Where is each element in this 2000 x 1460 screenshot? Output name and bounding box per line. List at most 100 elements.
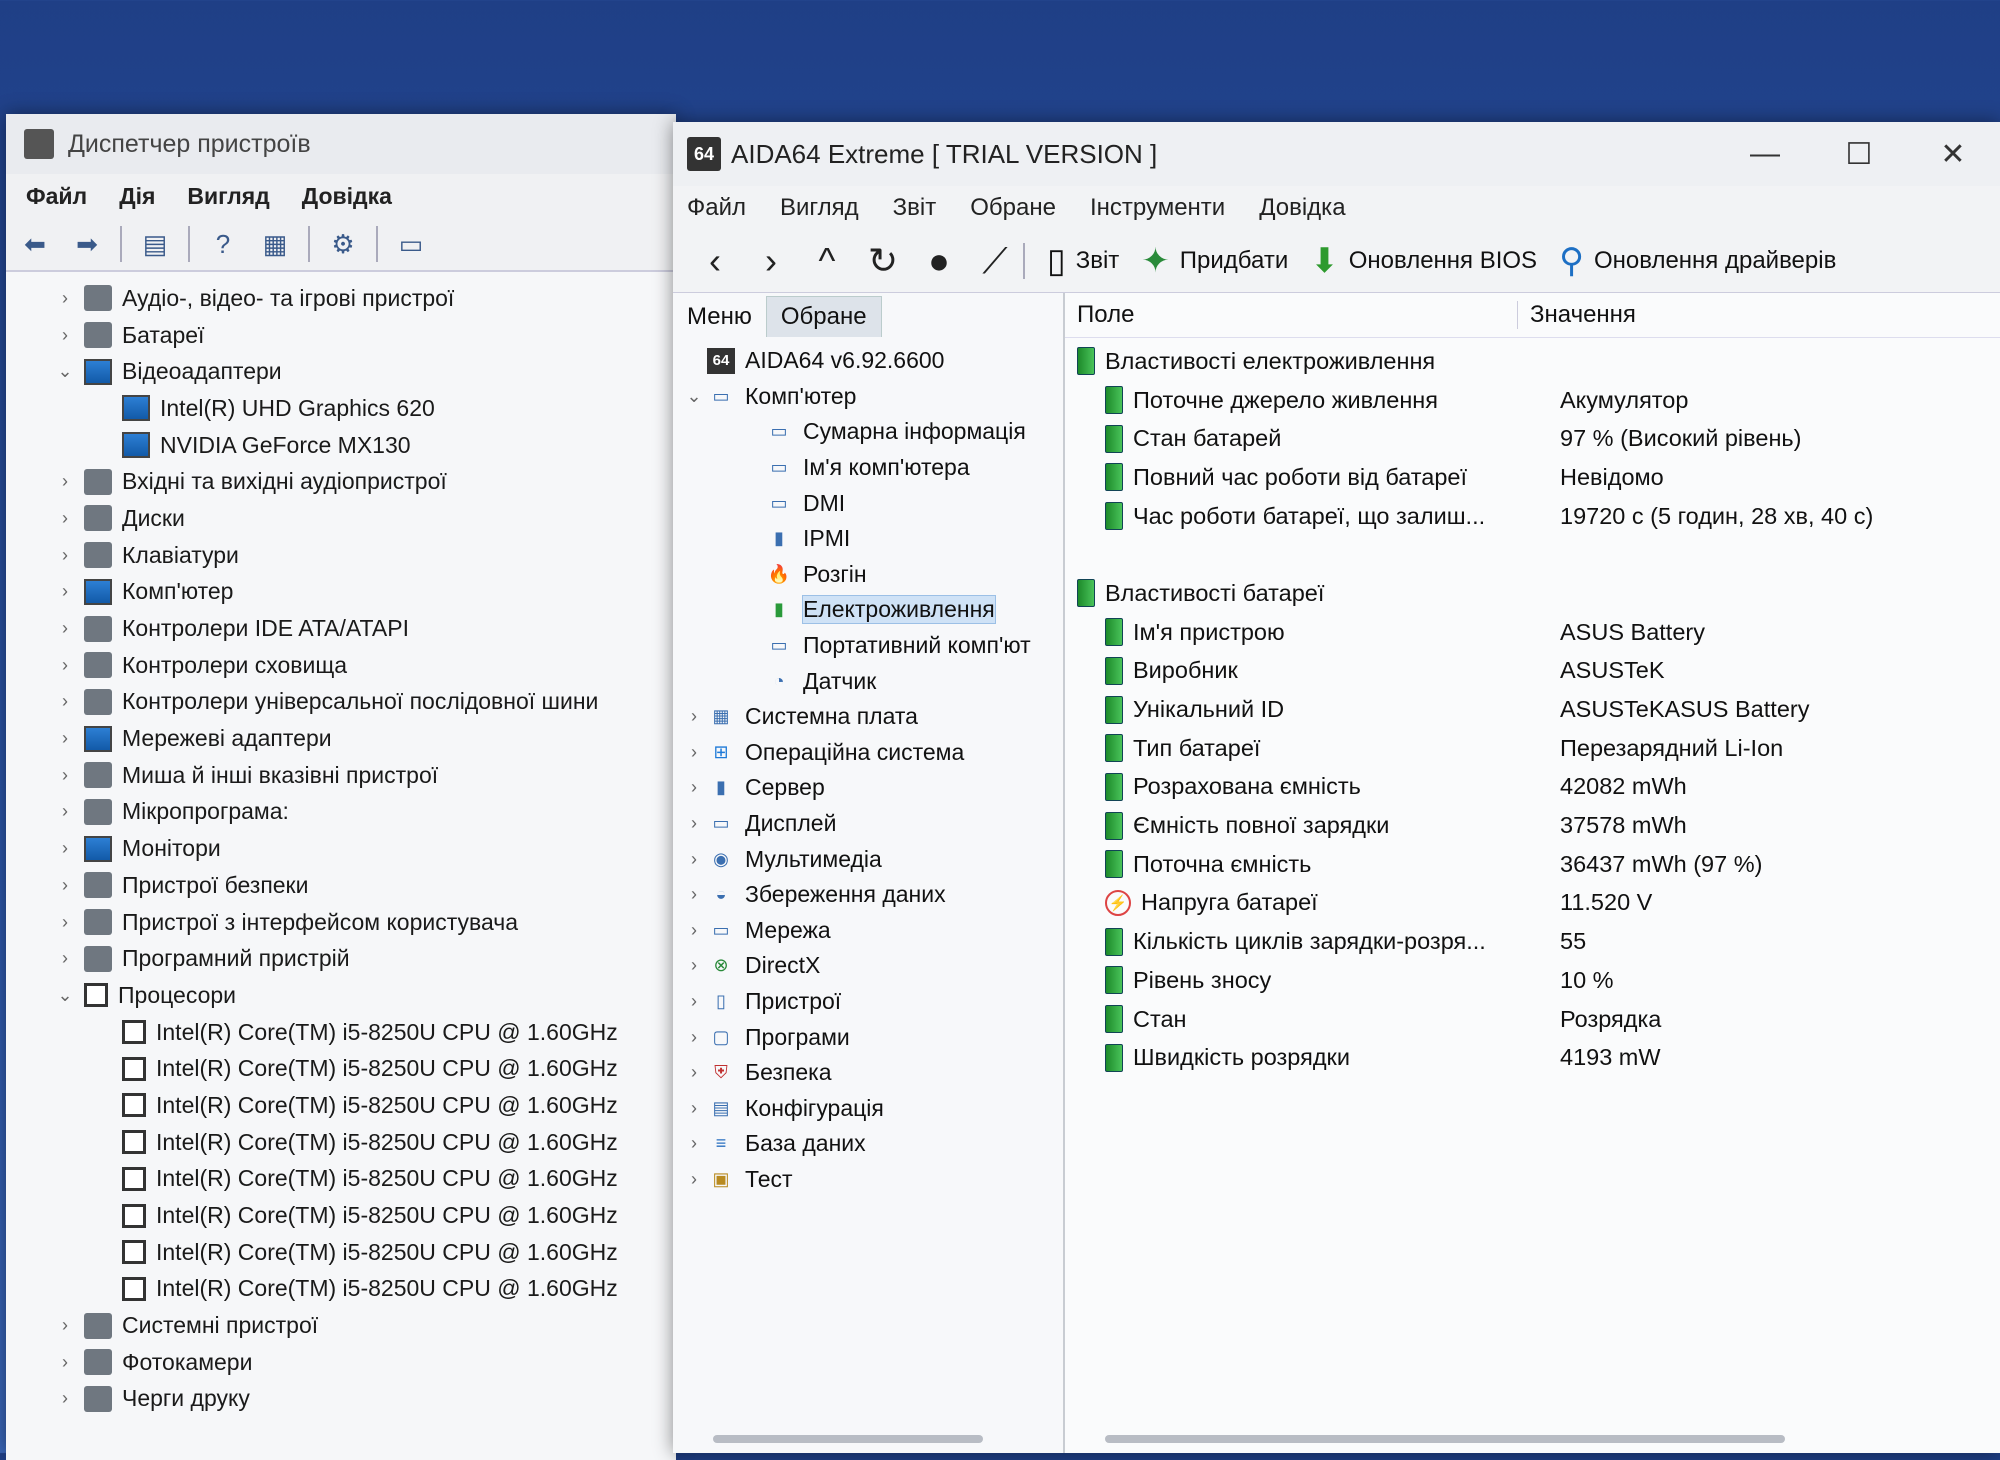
tree-item[interactable]: › Диски — [6, 500, 676, 537]
aida-titlebar[interactable]: 64 AIDA64 Extreme [ TRIAL VERSION ] — ☐ … — [673, 122, 2000, 186]
aida-menu-favorites[interactable]: Обране — [970, 194, 1056, 222]
column-header-value[interactable]: Значення — [1518, 301, 1636, 329]
nav-tree-item[interactable]: ▭ Портативний комп'ют — [673, 628, 1063, 664]
tab-menu[interactable]: Меню — [673, 297, 766, 337]
tree-item[interactable]: › Монітори — [6, 830, 676, 867]
tree-item[interactable]: › Черги друку — [6, 1381, 676, 1418]
tab-favorites[interactable]: Обране — [765, 296, 882, 337]
expander-icon[interactable]: › — [52, 545, 78, 566]
tree-item[interactable]: ⌄ Процесори — [6, 977, 676, 1014]
nav-tree-item[interactable]: › ⊗ DirectX — [673, 948, 1063, 984]
expander-icon[interactable]: › — [52, 765, 78, 786]
expander-icon[interactable]: › — [52, 508, 78, 529]
expander-icon[interactable]: › — [681, 813, 707, 834]
maximize-icon[interactable]: ☐ — [1812, 137, 1906, 172]
tree-item[interactable]: Intel(R) UHD Graphics 620 — [6, 390, 676, 427]
tree-item[interactable]: Intel(R) Core(TM) i5-8250U CPU @ 1.60GHz — [6, 1161, 676, 1198]
nav-tree-item[interactable]: › ▭ Дисплей — [673, 806, 1063, 842]
nav-tree-item[interactable]: › ⛨ Безпека — [673, 1055, 1063, 1091]
property-row[interactable]: Ємність повної зарядки 37578 mWh — [1065, 806, 2000, 845]
forward-icon[interactable]: › — [743, 240, 799, 282]
dm-menu-file[interactable]: Файл — [26, 183, 87, 210]
expander-icon[interactable]: › — [52, 838, 78, 859]
expander-icon[interactable]: › — [52, 1315, 78, 1336]
expander-icon[interactable]: › — [52, 875, 78, 896]
expander-icon[interactable]: › — [681, 777, 707, 798]
tree-item[interactable]: › Вхідні та вихідні аудіопристрої — [6, 463, 676, 500]
aida-menu-tools[interactable]: Інструменти — [1090, 194, 1225, 222]
user-icon[interactable]: ● — [911, 240, 967, 282]
tree-item[interactable]: › Миша й інші вказівні пристрої — [6, 757, 676, 794]
tree-item[interactable]: › Мережеві адаптери — [6, 720, 676, 757]
nav-tree-item[interactable]: 🔥 Розгін — [673, 557, 1063, 593]
nav-tree-item[interactable]: ◔ Датчик — [673, 663, 1063, 699]
expander-icon[interactable]: › — [681, 884, 707, 905]
column-header-field[interactable]: Поле — [1065, 301, 1518, 329]
expander-icon[interactable]: › — [681, 1098, 707, 1119]
tree-item[interactable]: Intel(R) Core(TM) i5-8250U CPU @ 1.60GHz — [6, 1087, 676, 1124]
expander-icon[interactable]: ⌄ — [52, 361, 78, 382]
expander-icon[interactable]: › — [52, 1352, 78, 1373]
nav-tree-item[interactable]: ▭ Сумарна інформація — [673, 414, 1063, 450]
nav-tree-item[interactable]: › ⊞ Операційна система — [673, 735, 1063, 771]
back-arrow-icon[interactable]: ⬅ — [16, 225, 54, 263]
property-row[interactable]: Розрахована ємність 42082 mWh — [1065, 768, 2000, 807]
expander-icon[interactable]: › — [681, 706, 707, 727]
property-row[interactable]: Поточне джерело живлення Акумулятор — [1065, 381, 2000, 420]
nav-tree-item[interactable]: 64 AIDA64 v6.92.6600 — [673, 343, 1063, 379]
tree-item[interactable]: Intel(R) Core(TM) i5-8250U CPU @ 1.60GHz — [6, 1234, 676, 1271]
tree-item[interactable]: › Фотокамери — [6, 1344, 676, 1381]
minimize-icon[interactable]: — — [1718, 137, 1812, 172]
tree-item[interactable]: › Аудіо-, відео- та ігрові пристрої — [6, 280, 676, 317]
tree-item[interactable]: › Системні пристрої — [6, 1307, 676, 1344]
report-button[interactable]: ▯ Звіт — [1047, 241, 1119, 281]
tree-item[interactable]: › Пристрої з інтерфейсом користувача — [6, 904, 676, 941]
tree-item[interactable]: › Програмний пристрій — [6, 940, 676, 977]
expander-icon[interactable]: › — [681, 1027, 707, 1048]
view-icon[interactable]: ▦ — [256, 225, 294, 263]
property-row[interactable]: Стан батарей 97 % (Високий рівень) — [1065, 419, 2000, 458]
property-row[interactable]: Повний час роботи від батареї Невідомо — [1065, 458, 2000, 497]
nav-tree-item[interactable]: › ▦ Системна плата — [673, 699, 1063, 735]
property-row[interactable]: Час роботи батареї, що залиш... 19720 с (… — [1065, 497, 2000, 536]
property-row[interactable]: Рівень зносу 10 % — [1065, 961, 2000, 1000]
property-row[interactable]: Кількість циклів зарядки-розря... 55 — [1065, 922, 2000, 961]
nav-tree-item[interactable]: ▭ DMI — [673, 485, 1063, 521]
expander-icon[interactable]: › — [681, 1133, 707, 1154]
tree-item[interactable]: › Пристрої безпеки — [6, 867, 676, 904]
tree-item[interactable]: › Контролери універсальної послідовної ши… — [6, 684, 676, 721]
property-row[interactable]: ⚡ Напруга батареї 11.520 V — [1065, 884, 2000, 923]
expander-icon[interactable]: › — [52, 471, 78, 492]
dm-menu-view[interactable]: Вигляд — [187, 183, 269, 210]
nav-tree-item[interactable]: ▮ Електроживлення — [673, 592, 1063, 628]
aida-menu-report[interactable]: Звіт — [893, 194, 937, 222]
expander-icon[interactable]: › — [52, 1388, 78, 1409]
expander-icon[interactable]: › — [681, 920, 707, 941]
update-driver-icon[interactable]: ⚙ — [324, 225, 362, 263]
expander-icon[interactable]: › — [52, 288, 78, 309]
nav-tree-item[interactable]: › ▢ Програми — [673, 1019, 1063, 1055]
up-icon[interactable]: ^ — [799, 240, 855, 282]
tree-item[interactable]: › Клавіатури — [6, 537, 676, 574]
tree-item[interactable]: Intel(R) Core(TM) i5-8250U CPU @ 1.60GHz — [6, 1197, 676, 1234]
refresh-icon[interactable]: ↻ — [855, 240, 911, 282]
nav-tree-item[interactable]: › ▯ Пристрої — [673, 984, 1063, 1020]
expander-icon[interactable]: › — [681, 1169, 707, 1190]
buy-button[interactable]: ✦ Придбати — [1141, 241, 1288, 281]
nav-tree-item[interactable]: › ▤ Конфігурація — [673, 1090, 1063, 1126]
nav-tree-item[interactable]: ▮ IPMI — [673, 521, 1063, 557]
aida-menu-help[interactable]: Довідка — [1259, 194, 1345, 222]
expander-icon[interactable]: › — [52, 948, 78, 969]
nav-horizontal-scrollbar[interactable] — [713, 1435, 983, 1443]
expander-icon[interactable]: › — [681, 849, 707, 870]
back-icon[interactable]: ‹ — [687, 240, 743, 282]
close-icon[interactable]: ✕ — [1906, 137, 2000, 172]
nav-tree-item[interactable]: › ◉ Мультимедіа — [673, 841, 1063, 877]
expander-icon[interactable]: › — [52, 325, 78, 346]
tree-item[interactable]: Intel(R) Core(TM) i5-8250U CPU @ 1.60GHz — [6, 1014, 676, 1051]
property-row[interactable]: Ім'я пристрою ASUS Battery — [1065, 613, 2000, 652]
property-row[interactable]: Швидкість розрядки 4193 mW — [1065, 1038, 2000, 1077]
properties-icon[interactable]: ▤ — [136, 225, 174, 263]
driver-update-button[interactable]: ⚲ Оновлення драйверів — [1559, 241, 1836, 281]
expander-icon[interactable]: › — [52, 655, 78, 676]
